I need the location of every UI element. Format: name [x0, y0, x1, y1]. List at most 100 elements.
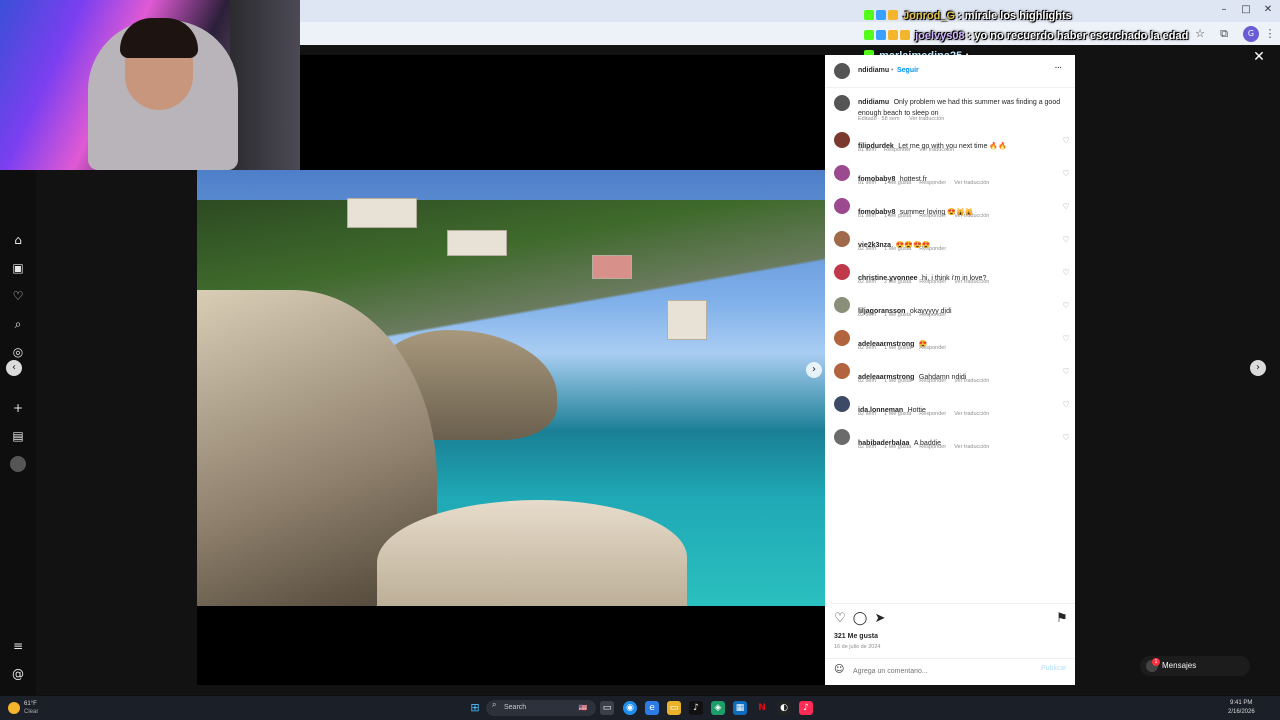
- reels-icon[interactable]: ▣: [10, 260, 26, 276]
- emoji-icon[interactable]: ☺: [834, 664, 846, 676]
- folder-icon[interactable]: ▭: [667, 701, 681, 715]
- weather-icon[interactable]: [8, 702, 20, 714]
- close-icon[interactable]: ✕: [1252, 50, 1266, 64]
- comment-meta-item[interactable]: Ver traducción: [954, 213, 989, 219]
- minimize-button[interactable]: –: [1214, 4, 1234, 18]
- comment-meta-item[interactable]: Responder: [919, 180, 946, 186]
- threads-icon[interactable]: @: [10, 666, 26, 682]
- save-icon[interactable]: ⚑: [1054, 611, 1070, 627]
- comment-meta-item[interactable]: Responder: [919, 444, 946, 450]
- comment-meta-item[interactable]: Responder: [919, 279, 946, 285]
- comment-like-icon[interactable]: ♡: [1061, 367, 1071, 377]
- clock-time[interactable]: 9:41 PM: [1230, 700, 1252, 706]
- share-icon[interactable]: ➤: [872, 611, 888, 627]
- comment-like-icon[interactable]: ♡: [1061, 301, 1071, 311]
- comment-input[interactable]: [853, 665, 1023, 677]
- comment-meta-item[interactable]: Ver traducción: [919, 147, 954, 153]
- profile-icon[interactable]: [10, 456, 26, 472]
- publish-button[interactable]: Publicar: [1041, 665, 1066, 672]
- comment-like-icon[interactable]: ♡: [1061, 136, 1071, 146]
- explore-icon[interactable]: ◎: [10, 344, 26, 360]
- maximize-button[interactable]: □: [1236, 4, 1256, 18]
- prev-post-arrow[interactable]: ‹: [6, 360, 22, 376]
- messages-button[interactable]: 1 Mensajes: [1140, 656, 1250, 676]
- comment-meta-item[interactable]: 1 Me gusta: [884, 345, 911, 351]
- window-close-button[interactable]: ✕: [1258, 4, 1278, 18]
- store-icon[interactable]: ▦: [733, 701, 747, 715]
- comment-meta-item[interactable]: 1 Me gusta: [884, 411, 911, 417]
- comment-avatar[interactable]: [834, 396, 850, 412]
- comment-avatar[interactable]: [834, 330, 850, 346]
- comment-meta-item[interactable]: 1 Me gusta: [884, 378, 911, 384]
- comment-avatar[interactable]: [834, 297, 850, 313]
- comment-meta-item[interactable]: 1 Me gusta: [884, 312, 911, 318]
- edge-icon[interactable]: e: [645, 701, 659, 715]
- follow-button[interactable]: Seguir: [897, 67, 919, 74]
- app2-icon[interactable]: ◐: [777, 701, 791, 715]
- weather-temp[interactable]: 61°F: [24, 701, 37, 707]
- comment-like-icon[interactable]: ♡: [1061, 268, 1071, 278]
- translate-link[interactable]: Ver traducción: [909, 116, 944, 122]
- comment-like-icon[interactable]: ♡: [1061, 334, 1071, 344]
- comment-avatar[interactable]: [834, 132, 850, 148]
- comment-meta-item[interactable]: 1 Me gusta: [884, 180, 911, 186]
- like-count[interactable]: 321 Me gusta: [834, 633, 878, 640]
- app-icon[interactable]: ◈: [711, 701, 725, 715]
- comment-meta-item[interactable]: 1 Me gusta: [884, 213, 911, 219]
- comment-like-icon[interactable]: ♡: [1061, 400, 1071, 410]
- comment-meta-item[interactable]: Responder: [919, 345, 946, 351]
- photo-next-arrow[interactable]: ›: [806, 362, 822, 378]
- comment-avatar[interactable]: [834, 165, 850, 181]
- home-icon[interactable]: ⌂: [10, 232, 26, 248]
- next-post-arrow[interactable]: ›: [1250, 360, 1266, 376]
- taskview-icon[interactable]: ▭: [600, 701, 614, 715]
- comment-avatar[interactable]: [834, 231, 850, 247]
- profile-avatar[interactable]: G: [1243, 26, 1259, 42]
- comment-meta-item[interactable]: Responder: [919, 411, 946, 417]
- comment-meta-item[interactable]: 2 Me gusta: [884, 279, 911, 285]
- caption-username[interactable]: ndidiamu: [858, 99, 889, 106]
- star-icon[interactable]: ☆: [1192, 26, 1208, 42]
- author-username[interactable]: ndidiamu: [858, 67, 889, 74]
- comment-meta-item[interactable]: Responder: [919, 213, 946, 219]
- browser-menu-icon[interactable]: ⋮: [1262, 26, 1278, 42]
- comment-like-icon[interactable]: ♡: [1061, 169, 1071, 179]
- comment-meta-item[interactable]: 1 Me gusta: [884, 444, 911, 450]
- clock-date[interactable]: 2/16/2026: [1228, 709, 1255, 715]
- comment-meta-item[interactable]: Ver traducción: [954, 444, 989, 450]
- comment-meta-item[interactable]: Ver traducción: [954, 378, 989, 384]
- comment-meta-item[interactable]: Responder: [884, 147, 911, 153]
- chrome-icon[interactable]: ◉: [623, 701, 637, 715]
- comment-icon[interactable]: ◯: [852, 611, 868, 627]
- notifications-icon[interactable]: ♡: [10, 288, 26, 304]
- comment-avatar[interactable]: [834, 264, 850, 280]
- comment-meta-item[interactable]: 1 Me gusta: [884, 246, 911, 252]
- comment-meta-item: 81 sem: [858, 147, 877, 153]
- comment-like-icon[interactable]: ♡: [1061, 235, 1071, 245]
- netflix-icon[interactable]: N: [755, 701, 769, 715]
- comment-meta-item[interactable]: Responder: [919, 312, 946, 318]
- comment-like-icon[interactable]: ♡: [1061, 433, 1071, 443]
- comment-avatar[interactable]: [834, 363, 850, 379]
- start-icon[interactable]: ⊞: [468, 701, 482, 715]
- caption-avatar[interactable]: [834, 95, 850, 111]
- menu-icon[interactable]: ≡: [10, 638, 26, 654]
- comment-avatar[interactable]: [834, 429, 850, 445]
- comment-like-icon[interactable]: ♡: [1061, 202, 1071, 212]
- search-icon[interactable]: ⌕: [10, 316, 26, 332]
- comment-meta-item[interactable]: Ver traducción: [954, 279, 989, 285]
- more-options-icon[interactable]: ···: [1055, 65, 1062, 72]
- dashboard-icon[interactable]: ▤: [10, 428, 26, 444]
- comment-meta-item[interactable]: Responder: [919, 378, 946, 384]
- comment-avatar[interactable]: [834, 198, 850, 214]
- author-avatar[interactable]: [834, 63, 850, 79]
- app3-icon[interactable]: ♪: [799, 701, 813, 715]
- create-icon[interactable]: +: [10, 400, 26, 416]
- weather-desc[interactable]: Clear: [24, 709, 38, 715]
- tiktok-icon[interactable]: ♪: [689, 701, 703, 715]
- comment-meta-item[interactable]: Ver traducción: [954, 180, 989, 186]
- comment-meta-item[interactable]: Ver traducción: [954, 411, 989, 417]
- comment-meta-item[interactable]: Responder: [919, 246, 946, 252]
- extensions-icon[interactable]: ⧉: [1216, 26, 1232, 42]
- like-icon[interactable]: ♡: [832, 611, 848, 627]
